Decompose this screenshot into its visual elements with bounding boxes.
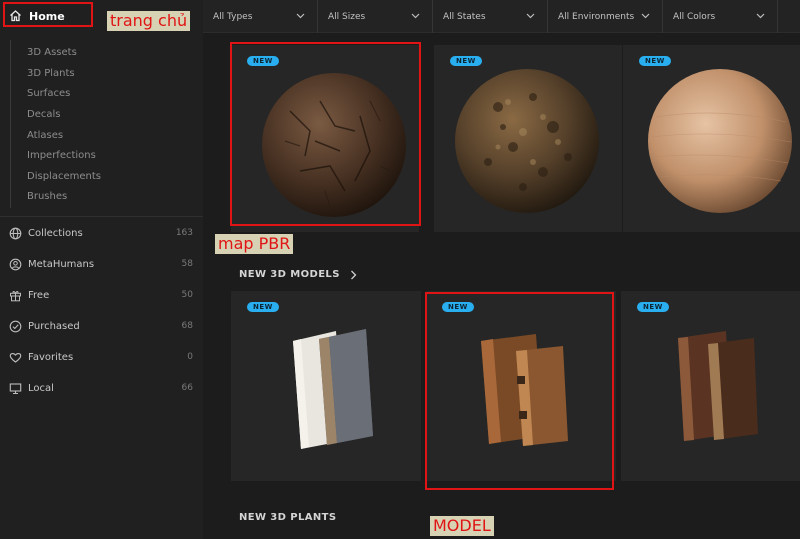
sidebar: Home 3D Assets 3D Plants Surfaces Decals… [0, 0, 203, 539]
wood-sphere-thumbnail [648, 69, 792, 213]
check-circle-icon [8, 319, 22, 333]
grey-books-thumbnail [293, 329, 373, 449]
sidebar-sub-item-3d-assets[interactable]: 3D Assets [27, 47, 77, 58]
sidebar-item-count: 68 [181, 321, 193, 331]
annotation-label-surface: map PBR [215, 234, 294, 254]
sidebar-item-count: 0 [187, 352, 193, 362]
filter-label: All Sizes [328, 11, 366, 22]
new-badge: NEW [639, 56, 671, 66]
sidebar-sub-item-3d-plants[interactable]: 3D Plants [27, 68, 75, 79]
filter-label: All Environments [558, 11, 635, 22]
section-title-plants: NEW 3D PLANTS [239, 512, 337, 523]
sidebar-sub-item-imperfections[interactable]: Imperfections [27, 150, 96, 161]
heart-icon [8, 350, 22, 364]
surface-card[interactable]: NEW [623, 45, 800, 232]
sidebar-item-count: 50 [181, 290, 193, 300]
dark-leather-books-thumbnail [678, 331, 758, 441]
soil-sphere-thumbnail [455, 69, 599, 213]
sidebar-item-label: Purchased [28, 320, 80, 332]
sidebar-item-label: Free [28, 289, 50, 301]
model-card[interactable]: NEW [621, 291, 800, 481]
annotation-label-home: trang chủ [107, 11, 191, 31]
sidebar-item-favorites[interactable]: Favorites 0 [0, 346, 203, 368]
globe-icon [8, 226, 22, 240]
sidebar-sub-item-decals[interactable]: Decals [27, 109, 60, 120]
user-icon [8, 257, 22, 271]
annotation-label-model: MODEL [430, 516, 494, 536]
sidebar-sub-item-atlases[interactable]: Atlases [27, 130, 63, 141]
filter-label: All Colors [673, 11, 716, 22]
sidebar-item-label: Local [28, 382, 54, 394]
sidebar-item-purchased[interactable]: Purchased 68 [0, 315, 203, 337]
annotation-box-home [3, 2, 93, 27]
section-title: NEW 3D MODELS [239, 269, 340, 280]
sidebar-item-count: 66 [181, 383, 193, 393]
filter-label: All States [443, 11, 486, 22]
sidebar-sub-item-brushes[interactable]: Brushes [27, 191, 67, 202]
sidebar-item-metahumans[interactable]: MetaHumans 58 [0, 253, 203, 275]
filter-label: All Types [213, 11, 253, 22]
sidebar-item-count: 163 [175, 228, 193, 238]
chevron-down-icon [296, 12, 305, 22]
sidebar-item-collections[interactable]: Collections 163 [0, 222, 203, 244]
app-window: Home 3D Assets 3D Plants Surfaces Decals… [0, 0, 800, 539]
chevron-down-icon [756, 12, 765, 22]
chevron-down-icon [641, 12, 650, 22]
sidebar-sub-list-line [10, 40, 11, 208]
filter-colors-dropdown[interactable]: All Colors [663, 0, 778, 33]
chevron-down-icon [526, 12, 535, 22]
sidebar-divider [0, 216, 203, 217]
chevron-right-icon [350, 265, 357, 284]
filter-sizes-dropdown[interactable]: All Sizes [318, 0, 433, 33]
model-card[interactable]: NEW [231, 291, 421, 481]
filter-states-dropdown[interactable]: All States [433, 0, 548, 33]
sidebar-item-free[interactable]: Free 50 [0, 284, 203, 306]
sidebar-item-label: MetaHumans [28, 258, 95, 270]
new-badge: NEW [247, 302, 279, 312]
sidebar-item-label: Favorites [28, 351, 74, 363]
gift-icon [8, 288, 22, 302]
sidebar-item-label: Collections [28, 227, 83, 239]
sidebar-sub-item-displacements[interactable]: Displacements [27, 171, 101, 182]
sidebar-item-local[interactable]: Local 66 [0, 377, 203, 399]
monitor-icon [8, 381, 22, 395]
sidebar-item-count: 58 [181, 259, 193, 269]
surface-card[interactable]: NEW [434, 45, 622, 232]
chevron-down-icon [411, 12, 420, 22]
filter-bar: All Types All Sizes All States All Envir… [203, 0, 800, 33]
new-badge: NEW [637, 302, 669, 312]
new-badge: NEW [450, 56, 482, 66]
annotation-box-surface [230, 42, 421, 226]
section-header-models[interactable]: NEW 3D MODELS [239, 265, 357, 284]
filter-environments-dropdown[interactable]: All Environments [548, 0, 663, 33]
sidebar-sub-item-surfaces[interactable]: Surfaces [27, 88, 70, 99]
annotation-box-model [425, 292, 614, 490]
filter-types-dropdown[interactable]: All Types [203, 0, 318, 33]
